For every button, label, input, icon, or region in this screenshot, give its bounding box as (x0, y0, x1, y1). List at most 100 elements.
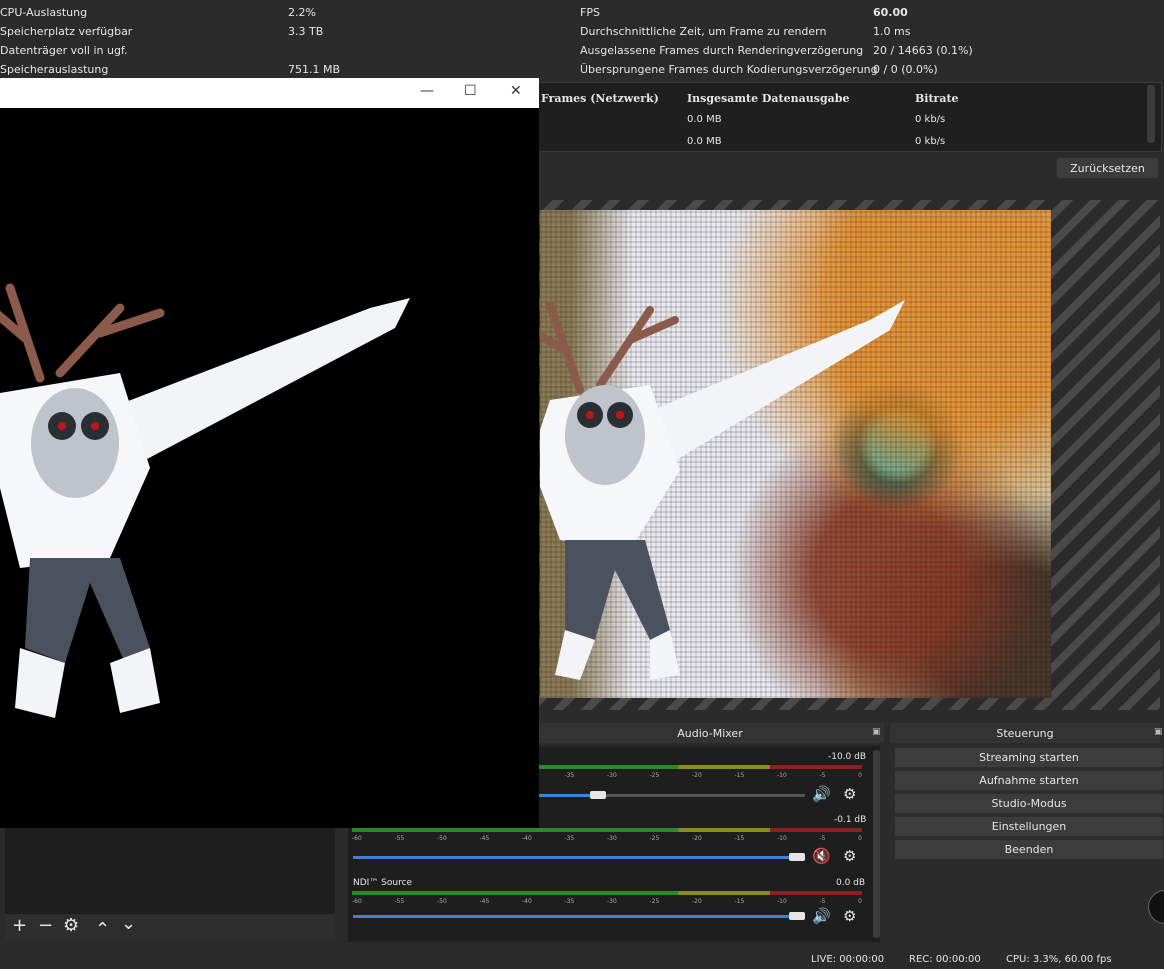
channel3-ticks: -60 -55 -50 -45 -40 -35 -30 -25 -20 -15 -10 -5 0 (352, 898, 862, 905)
disk-full-label: Datenträger voll in ugf. (0, 44, 128, 57)
meter-tick-label: -10 (777, 772, 787, 779)
channel3-db: 0.0 dB (836, 878, 866, 888)
meter-tick-label: -25 (649, 772, 660, 779)
channel2-db: -0.1 dB (834, 815, 867, 825)
meter-tick-label: -20 (692, 772, 702, 779)
maximize-icon[interactable]: ☐ (464, 84, 477, 98)
sources-toolbar (5, 914, 335, 940)
meter-tick-label: -10 (777, 898, 787, 905)
meter-tick-label: -15 (734, 898, 745, 905)
fps-value: 60.00 (873, 6, 908, 19)
meter-tick-label: -15 (734, 772, 745, 779)
network-stats-table: Frames (Netzwerk) Insgesamte Datenausgab… (536, 82, 1162, 152)
controls-title: Steuerung (890, 723, 1160, 743)
close-icon[interactable]: ✕ (510, 84, 522, 98)
col-frames-network: Frames (Netzwerk) (541, 92, 659, 105)
gear-icon[interactable]: ⚙ (843, 787, 856, 802)
meter-tick-label: -40 (522, 835, 532, 842)
channel1-db: -10.0 dB (828, 752, 867, 762)
speaker-icon[interactable]: 🔊 (812, 909, 831, 924)
meter-tick-label: -10 (777, 835, 787, 842)
settings-button[interactable]: Einstellungen (894, 816, 1164, 837)
meter-tick-label: -25 (649, 898, 660, 905)
add-source-icon[interactable]: + (12, 916, 27, 936)
encode-lag-value: 0 / 0 (0.0%) (873, 63, 938, 76)
float-dock-icon[interactable]: ▣ (1154, 727, 1163, 737)
channel3-slider-fill (353, 915, 797, 918)
channel1-slider-knob[interactable] (590, 791, 606, 799)
muted-speaker-icon[interactable]: 🔇 (812, 849, 831, 864)
yeti-figure-preview (540, 300, 905, 680)
meter-tick-label: -20 (692, 835, 702, 842)
row1-bitrate: 0 kb/s (915, 114, 946, 125)
meter-tick-label: -60 (352, 898, 362, 905)
memory-usage-label: Speicherauslastung (0, 63, 109, 76)
render-time-label: Durchschnittliche Zeit, um Frame zu rend… (580, 25, 827, 38)
move-up-icon[interactable]: ⌃ (95, 920, 110, 940)
render-lag-label: Ausgelassene Frames durch Renderingverzö… (580, 44, 864, 57)
fps-label: FPS (580, 6, 600, 19)
meter-tick-label: -5 (819, 772, 826, 779)
studio-mode-button[interactable]: Studio-Modus (894, 793, 1164, 814)
channel3-slider-knob[interactable] (789, 912, 805, 920)
disk-space-value: 3.3 TB (288, 25, 324, 38)
meter-tick-label: -20 (692, 898, 702, 905)
meter-tick-label: -25 (649, 835, 660, 842)
channel2-ticks: -60 -55 -50 -45 -40 -35 -30 -25 -20 -15 -10 -5 0 (352, 835, 862, 842)
meter-tick-label: -55 (394, 898, 405, 905)
encode-lag-label: Übersprungene Frames durch Kodierungsver… (580, 63, 878, 76)
row2-bitrate: 0 kb/s (915, 136, 946, 147)
speaker-icon[interactable]: 🔊 (812, 787, 831, 802)
meter-tick-label: -30 (607, 772, 617, 779)
channel2-slider-fill (353, 856, 797, 859)
meter-tick-label: -35 (564, 898, 575, 905)
window-titlebar[interactable] (0, 78, 539, 108)
exit-button[interactable]: Beenden (894, 839, 1164, 860)
meter-tick-label: -45 (479, 835, 490, 842)
floating-preview-window[interactable] (0, 78, 539, 828)
meter-tick-label: -30 (607, 898, 617, 905)
meter-tick-label: -35 (564, 772, 575, 779)
meter-tick-label: 0 (858, 898, 862, 905)
col-data-output: Insgesamte Datenausgabe (687, 92, 850, 105)
mixer-scrollbar[interactable] (873, 750, 880, 938)
gear-icon[interactable]: ⚙ (843, 849, 856, 864)
channel3-meter (352, 891, 862, 895)
meter-tick-label: -5 (819, 898, 826, 905)
meter-tick-label: -40 (522, 898, 532, 905)
gear-icon[interactable]: ⚙ (843, 909, 856, 924)
meter-tick-label: -50 (437, 898, 447, 905)
move-down-icon[interactable]: ⌄ (121, 914, 136, 934)
row1-data: 0.0 MB (687, 114, 722, 125)
sources-list[interactable] (5, 828, 335, 914)
meter-tick-label: -35 (564, 835, 575, 842)
meter-tick-label: -30 (607, 835, 617, 842)
channel2-meter (352, 828, 862, 832)
reset-button[interactable]: Zurücksetzen (1056, 157, 1159, 179)
meter-tick-label: -60 (352, 835, 362, 842)
live-timer: LIVE: 00:00:00 (811, 954, 885, 965)
row2-data: 0.0 MB (687, 136, 722, 147)
preview-canvas[interactable] (540, 210, 1051, 698)
cpu-usage-label: CPU-Auslastung (0, 6, 88, 19)
start-recording-button[interactable]: Aufnahme starten (894, 770, 1164, 791)
network-scrollbar[interactable] (1147, 85, 1155, 143)
cpu-fps-status: CPU: 3.3%, 60.00 fps (1006, 954, 1112, 965)
disk-space-label: Speicherplatz verfügbar (0, 25, 133, 38)
round-edge-button[interactable] (1148, 890, 1164, 924)
channel2-slider-knob[interactable] (789, 853, 805, 861)
meter-tick-label: 0 (858, 835, 862, 842)
start-streaming-button[interactable]: Streaming starten (894, 747, 1164, 768)
float-dock-icon[interactable]: ▣ (872, 727, 881, 737)
meter-tick-label: -15 (734, 835, 745, 842)
remove-source-icon[interactable]: − (38, 916, 53, 936)
meter-tick-label: 0 (858, 772, 862, 779)
minimize-icon[interactable]: — (420, 84, 434, 98)
gear-icon[interactable]: ⚙ (63, 916, 79, 936)
meter-tick-label: -5 (819, 835, 826, 842)
yeti-figure (0, 283, 410, 718)
audio-mixer-title: Audio-Mixer (536, 723, 884, 743)
cpu-usage-value: 2.2% (288, 6, 316, 19)
meter-tick-label: -55 (394, 835, 405, 842)
render-lag-value: 20 / 14663 (0.1%) (873, 44, 973, 57)
